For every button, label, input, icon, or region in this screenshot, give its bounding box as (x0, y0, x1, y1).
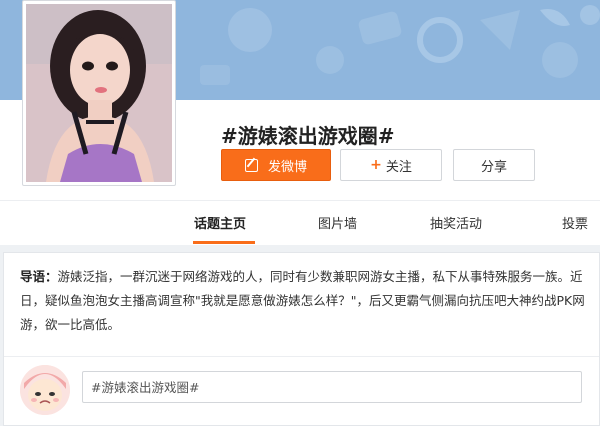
topic-tabs: 话题主页 图片墙 抽奖活动 投票 (0, 200, 600, 245)
topic-avatar[interactable] (22, 0, 176, 186)
tab-photo-wall[interactable]: 图片墙 (318, 213, 357, 232)
post-weibo-label: 发微博 (267, 159, 307, 175)
follow-label: 关注 (385, 159, 412, 175)
intro-text: 游婊泛指，一群沉迷于网络游戏的人，同时有少数兼职网游女主播，私下从事特殊服务一族… (20, 269, 585, 332)
topic-content-card: 导语：游婊泛指，一群沉迷于网络游戏的人，同时有少数兼职网游女主播，私下从事特殊服… (3, 252, 600, 426)
share-button[interactable]: 分享 (453, 149, 535, 181)
topic-title: #游婊滚出游戏圈# (221, 124, 395, 148)
plus-icon: + (370, 157, 382, 173)
tab-vote[interactable]: 投票 (562, 213, 588, 232)
tab-topic-home[interactable]: 话题主页 (194, 213, 246, 232)
tab-lottery[interactable]: 抽奖活动 (430, 213, 482, 232)
comment-input[interactable] (82, 371, 582, 403)
divider (4, 356, 599, 357)
post-weibo-button[interactable]: 发微博 (221, 149, 331, 181)
intro-label: 导语： (20, 269, 58, 284)
user-avatar-image (20, 365, 70, 415)
active-tab-indicator (193, 241, 255, 244)
follow-button[interactable]: + 关注 (340, 149, 442, 181)
topic-avatar-image (26, 4, 172, 182)
edit-icon (244, 158, 258, 172)
topic-intro: 导语：游婊泛指，一群沉迷于网络游戏的人，同时有少数兼职网游女主播，私下从事特殊服… (20, 265, 585, 337)
user-avatar[interactable] (20, 365, 70, 415)
share-label: 分享 (480, 159, 507, 175)
